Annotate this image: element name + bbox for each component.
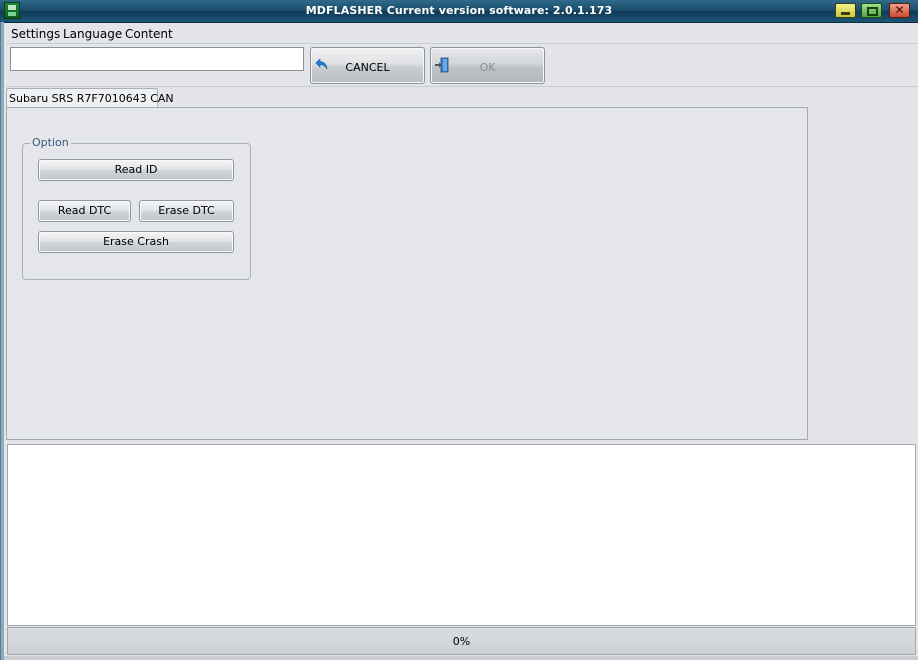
maximize-icon[interactable] (861, 3, 882, 18)
erase-crash-button[interactable]: Erase Crash (38, 231, 234, 253)
cancel-label: CANCEL (345, 61, 390, 74)
read-id-button[interactable]: Read ID (38, 159, 234, 181)
window-frame-left (0, 22, 4, 660)
tab-subaru-srs[interactable]: Subaru SRS R7F7010643 CAN (6, 88, 174, 108)
cancel-button[interactable]: CANCEL (310, 47, 425, 84)
ok-button[interactable]: OK (430, 47, 545, 84)
minimize-icon[interactable] (835, 3, 856, 18)
read-dtc-button[interactable]: Read DTC (38, 200, 131, 222)
window-title: MDFLASHER Current version software: 2.0.… (305, 4, 613, 17)
ok-label: OK (479, 61, 496, 74)
option-group-legend: Option (30, 136, 71, 149)
status-strip (4, 656, 918, 660)
title-bar: MDFLASHER Current version software: 2.0.… (0, 0, 918, 23)
tab-label: Subaru SRS R7F7010643 CAN (9, 92, 174, 105)
log-output-area[interactable] (7, 444, 916, 626)
menu-language[interactable]: Language (63, 27, 122, 41)
menu-settings[interactable]: Settings (11, 27, 60, 41)
menu-bar: Settings Language Content (4, 24, 918, 43)
progress-text: 0% (452, 635, 471, 648)
progress-bar: 0% (7, 627, 916, 655)
close-icon[interactable]: ✕ (889, 3, 910, 18)
path-input[interactable] (10, 47, 304, 71)
erase-dtc-button[interactable]: Erase DTC (139, 200, 234, 222)
menu-content[interactable]: Content (125, 27, 173, 41)
